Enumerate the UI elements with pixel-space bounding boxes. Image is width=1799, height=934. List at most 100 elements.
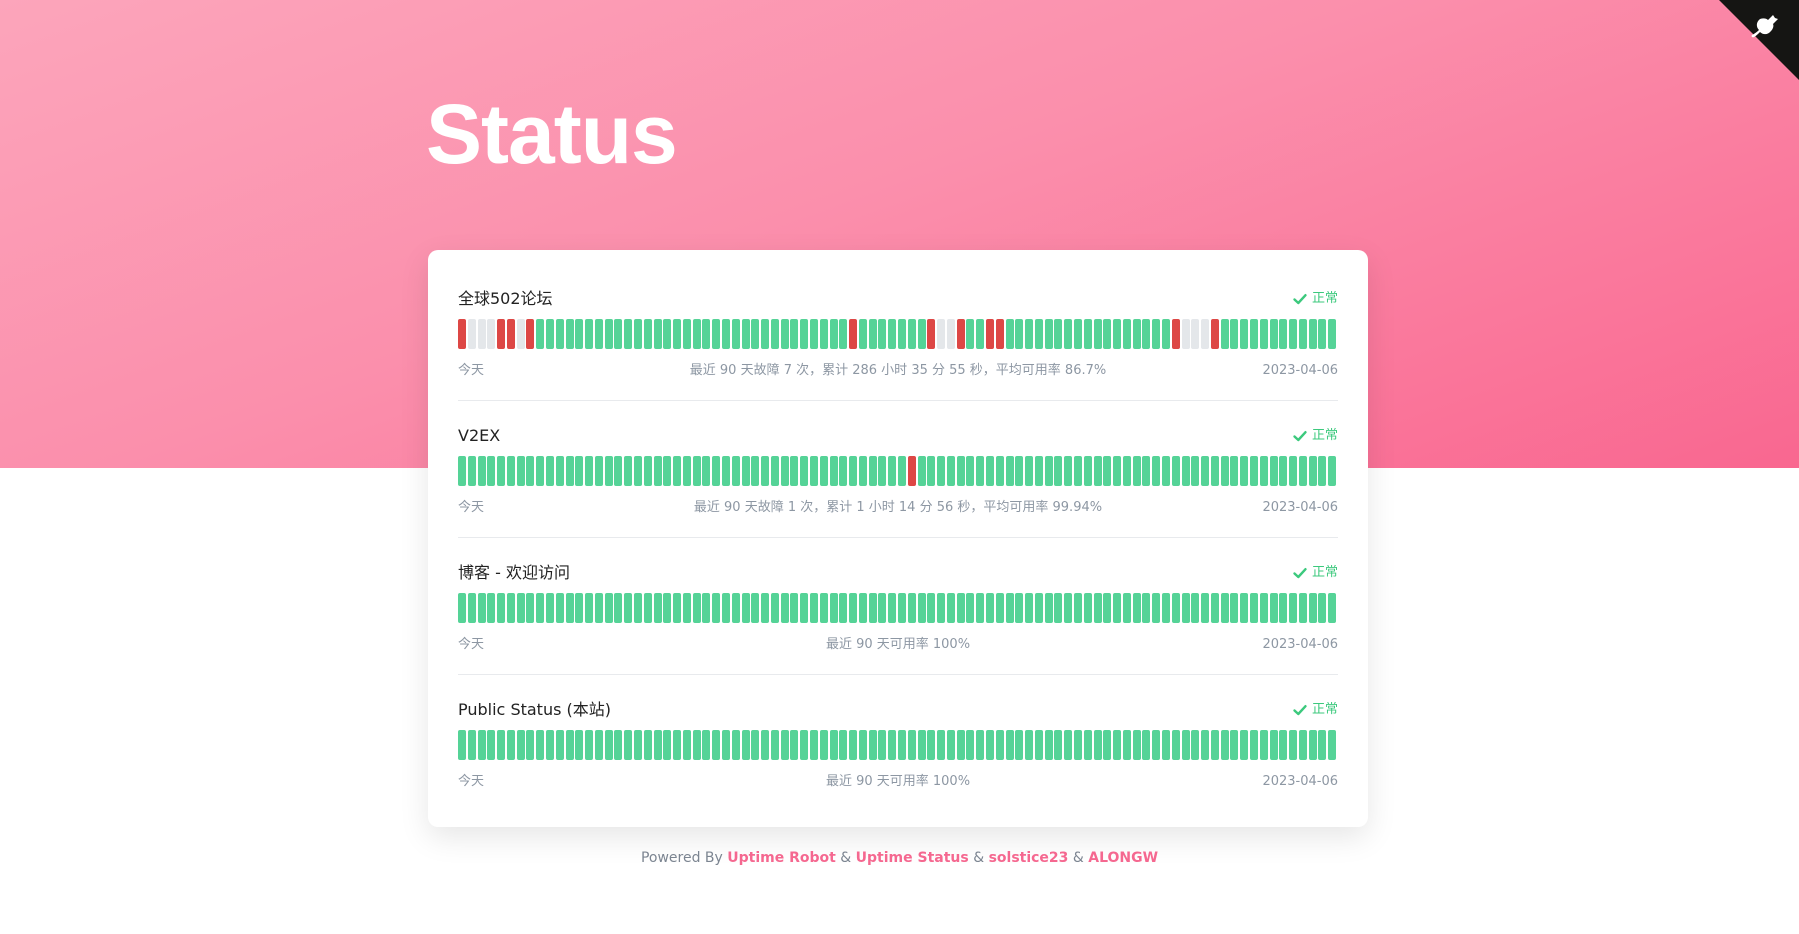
day-bar-ok[interactable]	[1083, 319, 1092, 349]
day-bar-ok[interactable]	[858, 319, 867, 349]
day-bar-ok[interactable]	[526, 730, 535, 760]
day-bar-ok[interactable]	[937, 456, 946, 486]
day-bar-ok[interactable]	[839, 730, 848, 760]
day-bar-ok[interactable]	[1025, 593, 1034, 623]
day-bar-ok[interactable]	[976, 593, 985, 623]
day-bar-ok[interactable]	[986, 593, 994, 623]
day-bar-ok[interactable]	[1113, 730, 1122, 760]
day-bar-ok[interactable]	[1064, 319, 1073, 349]
day-bar-ok[interactable]	[1044, 456, 1053, 486]
day-bar-ok[interactable]	[1162, 456, 1170, 486]
day-bar-ok[interactable]	[751, 730, 760, 760]
day-bar-ok[interactable]	[1122, 730, 1131, 760]
day-bar-ok[interactable]	[1103, 456, 1112, 486]
day-bar-ok[interactable]	[643, 593, 652, 623]
day-bar-none[interactable]	[487, 319, 496, 349]
day-bar-ok[interactable]	[575, 730, 584, 760]
day-bar-ok[interactable]	[673, 456, 682, 486]
day-bar-ok[interactable]	[516, 730, 525, 760]
day-bar-ok[interactable]	[1034, 456, 1043, 486]
day-bar-ok[interactable]	[956, 730, 965, 760]
day-bar-ok[interactable]	[1005, 730, 1014, 760]
day-bar-ok[interactable]	[1308, 319, 1317, 349]
day-bar-ok[interactable]	[888, 456, 897, 486]
day-bar-ok[interactable]	[1259, 730, 1268, 760]
day-bar-ok[interactable]	[1093, 730, 1102, 760]
day-bar-ok[interactable]	[1162, 319, 1170, 349]
day-bar-ok[interactable]	[1279, 319, 1288, 349]
day-bar-ok[interactable]	[1093, 593, 1102, 623]
day-bar-ok[interactable]	[878, 319, 887, 349]
day-bar-ok[interactable]	[487, 593, 496, 623]
day-bar-ok[interactable]	[1064, 593, 1073, 623]
day-bar-ok[interactable]	[1259, 319, 1268, 349]
day-bar-ok[interactable]	[1269, 730, 1278, 760]
day-bar-ok[interactable]	[1015, 593, 1024, 623]
day-bar-ok[interactable]	[1103, 593, 1112, 623]
day-bar-ok[interactable]	[614, 456, 623, 486]
day-bar-ok[interactable]	[1220, 319, 1229, 349]
day-bar-ok[interactable]	[898, 730, 906, 760]
day-bar-ok[interactable]	[907, 730, 916, 760]
day-bar-ok[interactable]	[829, 593, 838, 623]
day-bar-ok[interactable]	[1191, 593, 1200, 623]
day-bar-ok[interactable]	[1025, 730, 1034, 760]
day-bar-ok[interactable]	[1318, 730, 1327, 760]
day-bar-ok[interactable]	[966, 593, 975, 623]
day-bar-ok[interactable]	[1152, 730, 1161, 760]
day-bar-ok[interactable]	[624, 593, 633, 623]
day-bar-ok[interactable]	[1034, 319, 1043, 349]
day-bar-ok[interactable]	[761, 593, 770, 623]
day-bar-ok[interactable]	[634, 593, 642, 623]
day-bar-ok[interactable]	[1308, 456, 1317, 486]
day-bar-ok[interactable]	[458, 593, 466, 623]
day-bar-ok[interactable]	[1093, 456, 1102, 486]
day-bar-ok[interactable]	[800, 730, 809, 760]
day-bar-ok[interactable]	[1230, 319, 1239, 349]
day-bar-none[interactable]	[946, 319, 955, 349]
day-bar-ok[interactable]	[1044, 730, 1053, 760]
day-bar-ok[interactable]	[956, 593, 965, 623]
day-bar-ok[interactable]	[770, 456, 779, 486]
day-bar-ok[interactable]	[976, 456, 985, 486]
day-bar-ok[interactable]	[1328, 319, 1337, 349]
day-bar-ok[interactable]	[946, 730, 955, 760]
day-bar-ok[interactable]	[1250, 319, 1258, 349]
day-bar-ok[interactable]	[751, 456, 760, 486]
day-bar-ok[interactable]	[682, 730, 691, 760]
day-bar-ok[interactable]	[878, 593, 887, 623]
day-bar-ok[interactable]	[1250, 456, 1258, 486]
day-bar-ok[interactable]	[937, 593, 946, 623]
day-bar-ok[interactable]	[819, 593, 828, 623]
day-bar-ok[interactable]	[692, 319, 701, 349]
day-bar-ok[interactable]	[594, 730, 603, 760]
day-bar-ok[interactable]	[917, 456, 926, 486]
day-bar-ok[interactable]	[516, 456, 525, 486]
day-bar-ok[interactable]	[1250, 730, 1258, 760]
day-bar-ok[interactable]	[555, 456, 564, 486]
day-bar-ok[interactable]	[1005, 319, 1014, 349]
day-bar-down[interactable]	[956, 319, 965, 349]
day-bar-ok[interactable]	[976, 319, 985, 349]
day-bar-ok[interactable]	[536, 730, 545, 760]
day-bar-ok[interactable]	[712, 456, 721, 486]
day-bar-ok[interactable]	[780, 456, 789, 486]
day-bar-down[interactable]	[1171, 319, 1180, 349]
day-bar-ok[interactable]	[673, 319, 682, 349]
day-bar-ok[interactable]	[1230, 456, 1239, 486]
day-bar-ok[interactable]	[467, 456, 476, 486]
day-bar-ok[interactable]	[653, 593, 662, 623]
day-bar-ok[interactable]	[858, 730, 867, 760]
day-bar-ok[interactable]	[995, 456, 1004, 486]
day-bar-ok[interactable]	[1210, 593, 1219, 623]
day-bar-ok[interactable]	[868, 593, 877, 623]
day-bar-ok[interactable]	[829, 456, 838, 486]
day-bar-ok[interactable]	[506, 456, 515, 486]
day-bar-ok[interactable]	[1044, 593, 1053, 623]
day-bar-ok[interactable]	[810, 730, 818, 760]
day-bar-ok[interactable]	[1142, 456, 1151, 486]
day-bar-ok[interactable]	[1044, 319, 1053, 349]
github-corner-link[interactable]	[1719, 0, 1799, 80]
day-bar-ok[interactable]	[839, 456, 848, 486]
footer-link-uptime-robot[interactable]: Uptime Robot	[727, 850, 836, 866]
